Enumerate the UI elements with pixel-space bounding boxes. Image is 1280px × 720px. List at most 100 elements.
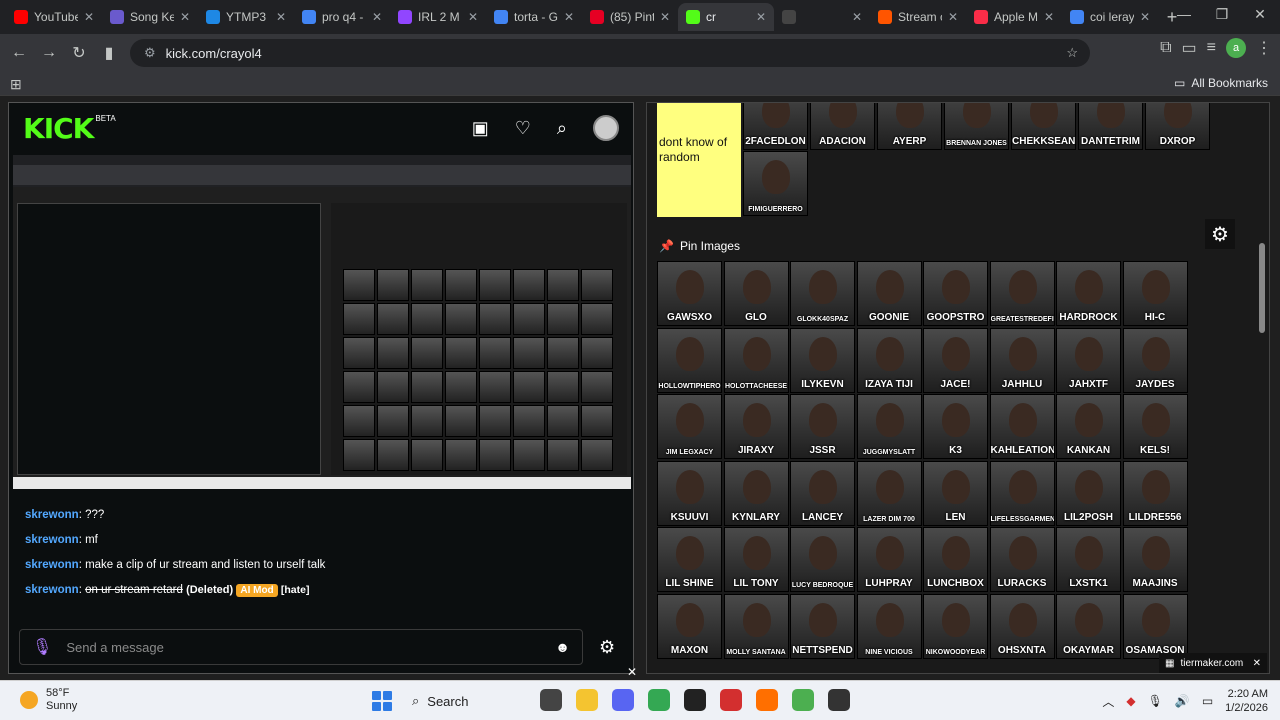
tier-item[interactable]: LILDRE556 — [1122, 460, 1188, 526]
minimize-icon[interactable]: — — [1164, 6, 1204, 22]
windows-start-icon[interactable] — [372, 691, 392, 711]
browser-tab[interactable]: cr ✕ — [678, 3, 774, 31]
browser-tab[interactable]: IRL 2 M ✕ — [390, 3, 486, 31]
tier-item[interactable]: K3 — [923, 394, 988, 459]
search-icon[interactable]: ⌕ — [557, 118, 567, 139]
tab-close-icon[interactable]: ✕ — [180, 10, 190, 24]
back-icon[interactable]: ← — [4, 38, 34, 68]
tier-item[interactable]: OKAYMAR — [1056, 593, 1121, 659]
microphone-tray-icon[interactable]: 🎙 — [1148, 694, 1163, 708]
user-avatar[interactable] — [593, 115, 619, 141]
tier-item[interactable]: LANCEY — [790, 460, 855, 526]
browser-tab[interactable]: Song Ke ✕ — [102, 3, 198, 31]
task-view-icon[interactable] — [540, 689, 562, 711]
tier-item[interactable]: IZAYA TIJI — [856, 327, 922, 393]
chat-input[interactable]: 🎙 Send a message ☻ — [19, 629, 583, 665]
browser-tab[interactable]: torta - G ✕ — [486, 3, 582, 31]
tier-item[interactable]: GREATESTREDEFINED — [989, 261, 1055, 326]
tab-close-icon[interactable]: ✕ — [84, 10, 94, 24]
tier-item[interactable]: LUHPRAY — [856, 527, 922, 592]
browser-tab[interactable]: coi leray ✕ — [1062, 3, 1158, 31]
tier-item[interactable]: LIL TONY — [723, 527, 789, 592]
obs-icon[interactable] — [828, 689, 850, 711]
tab-close-icon[interactable]: ✕ — [852, 10, 862, 24]
tier-item[interactable]: NIKOWOODYEAR — [923, 593, 988, 659]
tier-item[interactable]: NINE VICIOUS — [856, 593, 922, 659]
tier-item[interactable]: GAWSXO — [657, 261, 722, 326]
microphone-icon[interactable]: 🎙 — [32, 637, 52, 657]
browser-tab[interactable]: Apple M ✕ — [966, 3, 1062, 31]
following-icon[interactable]: ▣ — [472, 118, 489, 139]
chat-username[interactable]: skrewonn — [25, 584, 79, 596]
tab-close-icon[interactable]: ✕ — [564, 10, 574, 24]
extensions-icon[interactable]: ⧉ — [1160, 39, 1171, 57]
tier-label[interactable]: dont know of random — [657, 103, 741, 217]
fl-studio-icon[interactable] — [756, 689, 778, 711]
close-badge-icon[interactable]: ✕ — [1253, 658, 1261, 669]
scrollbar[interactable] — [1259, 243, 1265, 333]
emoji-icon[interactable]: ☻ — [555, 639, 570, 655]
menu-icon[interactable]: ⋮ — [1256, 38, 1272, 58]
profile-avatar[interactable]: a — [1226, 38, 1246, 58]
tier-item[interactable]: HOLOTTACHEESE — [723, 327, 789, 393]
browser-tab[interactable]: ✕ — [774, 3, 870, 31]
tier-item[interactable]: LURACKS — [989, 527, 1055, 592]
tier-item[interactable]: ADACION — [810, 103, 875, 150]
tier-item[interactable]: LEN — [923, 460, 988, 526]
browser-tab[interactable]: (85) Pint ✕ — [582, 3, 678, 31]
address-bar[interactable]: ⚙ kick.com/crayol4 ☆ — [130, 39, 1090, 67]
tab-close-icon[interactable]: ✕ — [468, 10, 478, 24]
bookmark-star-icon[interactable]: ☆ — [1066, 45, 1078, 61]
chevron-up-icon[interactable]: ︿ — [1102, 693, 1114, 710]
stream-video[interactable] — [13, 155, 631, 489]
url-text[interactable]: kick.com/crayol4 — [166, 46, 262, 61]
tier-item[interactable]: GLOKK40SPAZ — [790, 261, 855, 326]
tier-item[interactable]: MOLLY SANTANA — [723, 593, 789, 659]
tier-item[interactable]: HARDROCK — [1056, 261, 1121, 326]
mcafee-icon[interactable] — [720, 689, 742, 711]
tier-item[interactable]: LUNCHBOX — [923, 527, 988, 592]
tier-item[interactable]: HI-C — [1122, 261, 1188, 326]
tier-item[interactable]: BRENNAN JONES — [944, 103, 1009, 150]
chat-username[interactable]: skrewonn — [25, 534, 79, 546]
tier-item[interactable]: JUGGMYSLATT — [856, 394, 922, 459]
tier-item[interactable]: GLO — [723, 261, 789, 326]
tier-item[interactable]: OSAMASON — [1122, 593, 1188, 659]
tier-item[interactable]: FIMIGUERRERO — [743, 151, 808, 216]
browser-tab[interactable]: Stream c ✕ — [870, 3, 966, 31]
tab-close-icon[interactable]: ✕ — [756, 10, 766, 24]
tier-item[interactable]: KAHLEATION — [989, 394, 1055, 459]
reload-icon[interactable]: ↻ — [64, 38, 94, 68]
tier-item[interactable]: GOOPSTRO — [923, 261, 988, 326]
tier-item[interactable]: KYNLARY — [723, 460, 789, 526]
tier-item[interactable]: DXROP — [1145, 103, 1210, 150]
weather-widget[interactable]: 58°F Sunny — [20, 687, 77, 713]
volume-icon[interactable]: 🔊 — [1175, 694, 1190, 708]
close-icon[interactable]: ✕ — [627, 665, 637, 679]
discord-icon[interactable] — [612, 689, 634, 711]
tier-item[interactable]: MAAJINS — [1122, 527, 1188, 592]
site-info-icon[interactable]: ⚙ — [144, 45, 156, 61]
apps-grid-icon[interactable]: ⊞ — [10, 76, 22, 93]
chat-settings-icon[interactable]: ⚙ — [599, 637, 615, 658]
tier-item[interactable]: CHEKKSEAN — [1011, 103, 1076, 150]
tier-item[interactable]: LXSTK1 — [1056, 527, 1121, 592]
sidebar-icon[interactable]: ▮ — [94, 38, 124, 68]
tier-item[interactable]: OHSXNTA — [989, 593, 1055, 659]
tab-close-icon[interactable]: ✕ — [1140, 10, 1150, 24]
tier-item[interactable]: 2FACEDLON — [743, 103, 808, 150]
tab-close-icon[interactable]: ✕ — [372, 10, 382, 24]
chat-username[interactable]: skrewonn — [25, 509, 79, 521]
chatgpt-icon[interactable] — [684, 689, 706, 711]
battery-icon[interactable]: ▭ — [1202, 694, 1213, 708]
tier-item[interactable]: LAZER DIM 700 — [856, 460, 922, 526]
tier-item[interactable]: MAXON — [657, 593, 722, 659]
tier-settings-icon[interactable]: ⚙ — [1205, 219, 1235, 249]
chat-username[interactable]: skrewonn — [25, 559, 79, 571]
file-explorer-icon[interactable] — [576, 689, 598, 711]
tier-item[interactable]: LUCY BEDROQUE — [790, 527, 855, 592]
tier-item[interactable]: LIL2POSH — [1056, 460, 1121, 526]
tab-close-icon[interactable]: ✕ — [660, 10, 670, 24]
tier-item[interactable]: LIL SHINE — [657, 527, 722, 592]
heart-icon[interactable]: ♡ — [515, 118, 531, 139]
